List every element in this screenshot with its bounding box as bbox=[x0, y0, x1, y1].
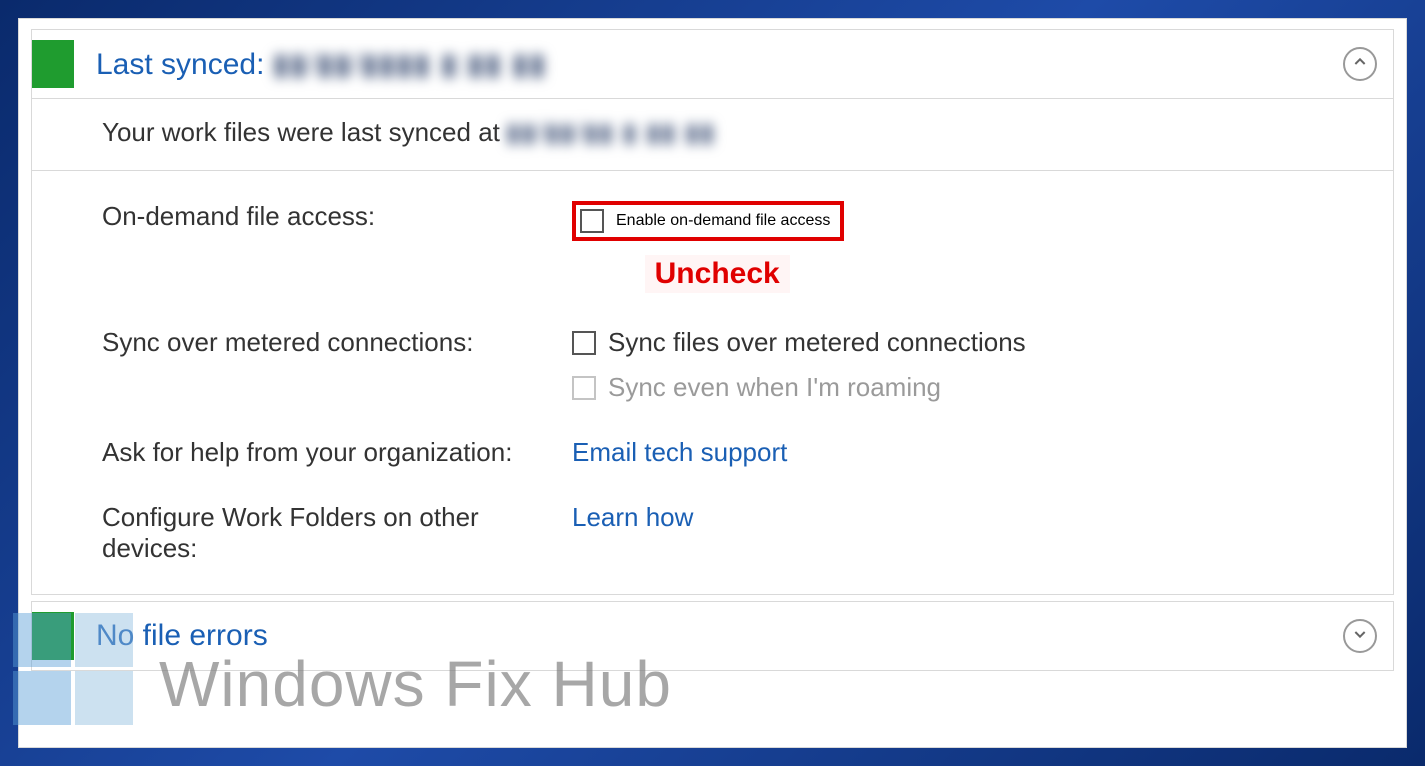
file-errors-section: No file errors bbox=[31, 601, 1394, 671]
roaming-checkbox-line: Sync even when I'm roaming bbox=[572, 372, 1026, 403]
metered-checkbox-1[interactable] bbox=[572, 331, 596, 355]
status-indicator-green bbox=[32, 40, 74, 88]
on-demand-checkbox-label: Enable on-demand file access bbox=[616, 212, 830, 230]
configure-label: Configure Work Folders on other devices: bbox=[102, 502, 572, 564]
last-synced-section: Last synced: ▮▮/▮▮/▮▮▮▮ ▮:▮▮ ▮▮ Your wor… bbox=[31, 29, 1394, 595]
file-errors-header[interactable]: No file errors bbox=[32, 602, 1393, 670]
uncheck-annotation: Uncheck bbox=[645, 255, 790, 293]
status-indicator-green-2 bbox=[32, 612, 74, 660]
settings-block: On-demand file access: Enable on-demand … bbox=[32, 170, 1393, 594]
metered-checkbox-1-line: Sync files over metered connections bbox=[572, 327, 1026, 358]
chevron-down-icon bbox=[1352, 626, 1368, 647]
work-folders-panel: Last synced: ▮▮/▮▮/▮▮▮▮ ▮:▮▮ ▮▮ Your wor… bbox=[18, 18, 1407, 748]
file-errors-text: No file errors bbox=[96, 619, 268, 653]
sync-status-text: Your work files were last synced at bbox=[102, 117, 500, 148]
metered-checkbox-1-label: Sync files over metered connections bbox=[608, 327, 1026, 358]
last-synced-prefix: Last synced: bbox=[96, 48, 264, 82]
last-synced-title: Last synced: ▮▮/▮▮/▮▮▮▮ ▮:▮▮ ▮▮ bbox=[96, 47, 547, 82]
help-row: Ask for help from your organization: Ema… bbox=[102, 437, 1377, 468]
chevron-up-icon bbox=[1352, 54, 1368, 75]
configure-row: Configure Work Folders on other devices:… bbox=[102, 502, 1377, 564]
file-errors-title: No file errors bbox=[96, 619, 268, 653]
sync-status-timestamp: ▮▮/▮▮/▮▮ ▮ ▮▮ ▮▮ bbox=[506, 117, 716, 148]
expand-button[interactable] bbox=[1343, 619, 1377, 653]
sync-status-row: Your work files were last synced at ▮▮/▮… bbox=[32, 98, 1393, 170]
on-demand-highlight-box: Enable on-demand file access bbox=[572, 201, 844, 241]
last-synced-header[interactable]: Last synced: ▮▮/▮▮/▮▮▮▮ ▮:▮▮ ▮▮ bbox=[32, 30, 1393, 98]
roaming-checkbox bbox=[572, 376, 596, 400]
on-demand-label: On-demand file access: bbox=[102, 201, 572, 232]
collapse-button[interactable] bbox=[1343, 47, 1377, 81]
on-demand-row: On-demand file access: Enable on-demand … bbox=[102, 201, 1377, 293]
email-tech-support-link[interactable]: Email tech support bbox=[572, 437, 787, 468]
metered-label: Sync over metered connections: bbox=[102, 327, 572, 358]
help-label: Ask for help from your organization: bbox=[102, 437, 572, 468]
metered-row: Sync over metered connections: Sync file… bbox=[102, 327, 1377, 403]
last-synced-timestamp: ▮▮/▮▮/▮▮▮▮ ▮:▮▮ ▮▮ bbox=[272, 47, 546, 82]
roaming-checkbox-label: Sync even when I'm roaming bbox=[608, 372, 941, 403]
on-demand-checkbox[interactable] bbox=[580, 209, 604, 233]
learn-how-link[interactable]: Learn how bbox=[572, 502, 693, 533]
